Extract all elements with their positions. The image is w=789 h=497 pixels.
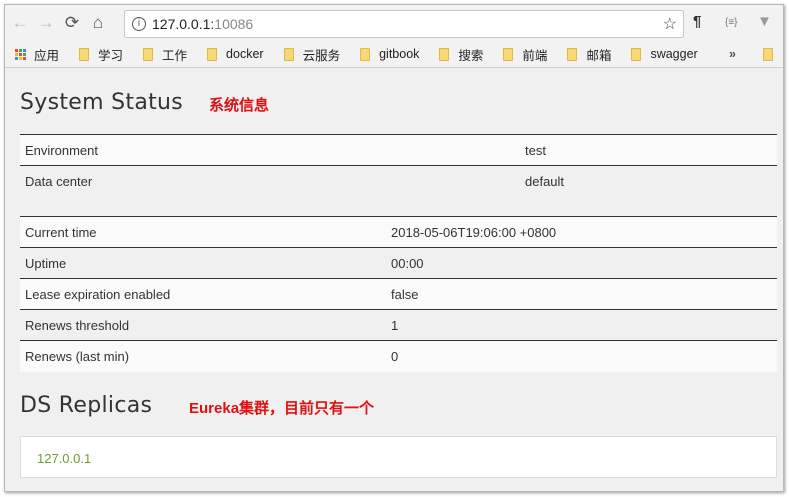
address-bar[interactable]: i 127.0.0.1: 10086 ☆ bbox=[124, 10, 684, 38]
table-row: Uptime 00:00 bbox=[20, 247, 777, 279]
url-host: 127.0.0.1: bbox=[152, 16, 215, 32]
bookmarks-overflow-button[interactable]: » bbox=[729, 47, 736, 61]
row-value: 00:00 bbox=[386, 247, 777, 279]
info-icon[interactable]: i bbox=[132, 17, 146, 31]
bookmark-folder[interactable]: swagger bbox=[631, 47, 698, 61]
forward-icon[interactable]: → bbox=[35, 13, 57, 33]
bookmark-folder[interactable]: 学习 bbox=[79, 45, 123, 64]
bookmarks-bar: 应用 学习 工作 docker 云服务 gitbook 搜索 前端 邮箱 swa… bbox=[5, 41, 783, 68]
reload-icon[interactable]: ⟳ bbox=[61, 13, 83, 33]
bookmark-label: 云服务 bbox=[302, 48, 341, 63]
ds-replicas-annotation: Eureka集群，目前只有一个 bbox=[189, 400, 375, 417]
row-label: Current time bbox=[20, 216, 386, 248]
folder-icon bbox=[567, 47, 578, 61]
bookmark-label: docker bbox=[226, 47, 264, 61]
row-value: default bbox=[520, 165, 777, 197]
row-label: Lease expiration enabled bbox=[20, 278, 386, 310]
page-content: System Status 系统信息 Environment test Data … bbox=[5, 68, 783, 491]
row-value: 1 bbox=[386, 309, 777, 341]
row-value: 2018-05-06T19:06:00 +0800 bbox=[386, 216, 777, 248]
replica-list: 127.0.0.1 bbox=[20, 436, 777, 478]
bookmark-label: 邮箱 bbox=[586, 48, 612, 63]
status-table: Current time 2018-05-06T19:06:00 +0800 Up… bbox=[20, 216, 777, 372]
apps-icon bbox=[15, 48, 26, 60]
folder-icon bbox=[79, 47, 90, 61]
table-row: Renews threshold 1 bbox=[20, 309, 777, 341]
bookmark-folder[interactable]: 搜索 bbox=[439, 45, 483, 64]
bookmark-label: 工作 bbox=[162, 48, 188, 63]
system-status-title: System Status bbox=[20, 90, 184, 115]
bookmark-label: gitbook bbox=[379, 47, 420, 61]
table-row: Current time 2018-05-06T19:06:00 +0800 bbox=[20, 216, 777, 248]
json-extension-icon[interactable]: {≡} bbox=[725, 17, 738, 28]
bookmark-folder[interactable]: 工作 bbox=[143, 45, 187, 64]
table-row: Renews (last min) 0 bbox=[20, 340, 777, 372]
browser-window: ← → ⟳ ⌂ i 127.0.0.1: 10086 ☆ ¶ {≡} ▼ 应用 学… bbox=[4, 4, 784, 492]
bookmark-label: 应用 bbox=[34, 48, 60, 63]
bookmark-folder[interactable]: 邮箱 bbox=[567, 45, 611, 64]
folder-icon bbox=[283, 47, 294, 61]
bookmark-label: 学习 bbox=[98, 48, 124, 63]
bookmark-folder[interactable]: 云服务 bbox=[283, 45, 341, 64]
bookmark-apps[interactable]: 应用 bbox=[15, 45, 59, 64]
bookmark-label: swagger bbox=[650, 47, 698, 61]
row-value: test bbox=[520, 134, 777, 166]
table-row: Data center default bbox=[20, 165, 777, 197]
folder-icon bbox=[631, 47, 642, 61]
folder-icon bbox=[207, 47, 218, 61]
bookmark-label: 前端 bbox=[522, 48, 548, 63]
ds-replicas-title: DS Replicas bbox=[20, 393, 153, 418]
bookmark-star-icon[interactable]: ☆ bbox=[663, 14, 677, 34]
folder-icon bbox=[360, 47, 371, 61]
system-status-annotation: 系统信息 bbox=[209, 97, 270, 114]
environment-table: Environment test Data center default bbox=[20, 134, 777, 197]
table-row: Lease expiration enabled false bbox=[20, 278, 777, 310]
pilcrow-extension-icon[interactable]: ¶ bbox=[693, 13, 701, 30]
url-port: 10086 bbox=[214, 16, 254, 32]
bookmark-folder[interactable]: gitbook bbox=[360, 47, 419, 61]
replica-link[interactable]: 127.0.0.1 bbox=[37, 451, 91, 466]
back-icon[interactable]: ← bbox=[9, 13, 31, 33]
row-label: Renews (last min) bbox=[20, 340, 386, 372]
row-label: Environment bbox=[20, 134, 520, 166]
table-row: Environment test bbox=[20, 134, 777, 166]
folder-icon bbox=[503, 47, 514, 61]
bookmark-label: 搜索 bbox=[458, 48, 484, 63]
row-label: Renews threshold bbox=[20, 309, 386, 341]
browser-toolbar: ← → ⟳ ⌂ i 127.0.0.1: 10086 ☆ ¶ {≡} ▼ bbox=[5, 5, 783, 41]
bookmark-folder[interactable]: 前端 bbox=[503, 45, 547, 64]
row-label: Data center bbox=[20, 165, 520, 197]
bookmark-folder[interactable]: docker bbox=[207, 47, 264, 61]
row-value: false bbox=[386, 278, 777, 310]
row-value: 0 bbox=[386, 340, 777, 372]
folder-icon bbox=[143, 47, 154, 61]
folder-icon bbox=[439, 47, 450, 61]
vue-extension-icon[interactable]: ▼ bbox=[757, 13, 772, 30]
row-label: Uptime bbox=[20, 247, 386, 279]
home-icon[interactable]: ⌂ bbox=[87, 13, 109, 33]
other-bookmarks-folder-icon[interactable] bbox=[763, 47, 773, 61]
